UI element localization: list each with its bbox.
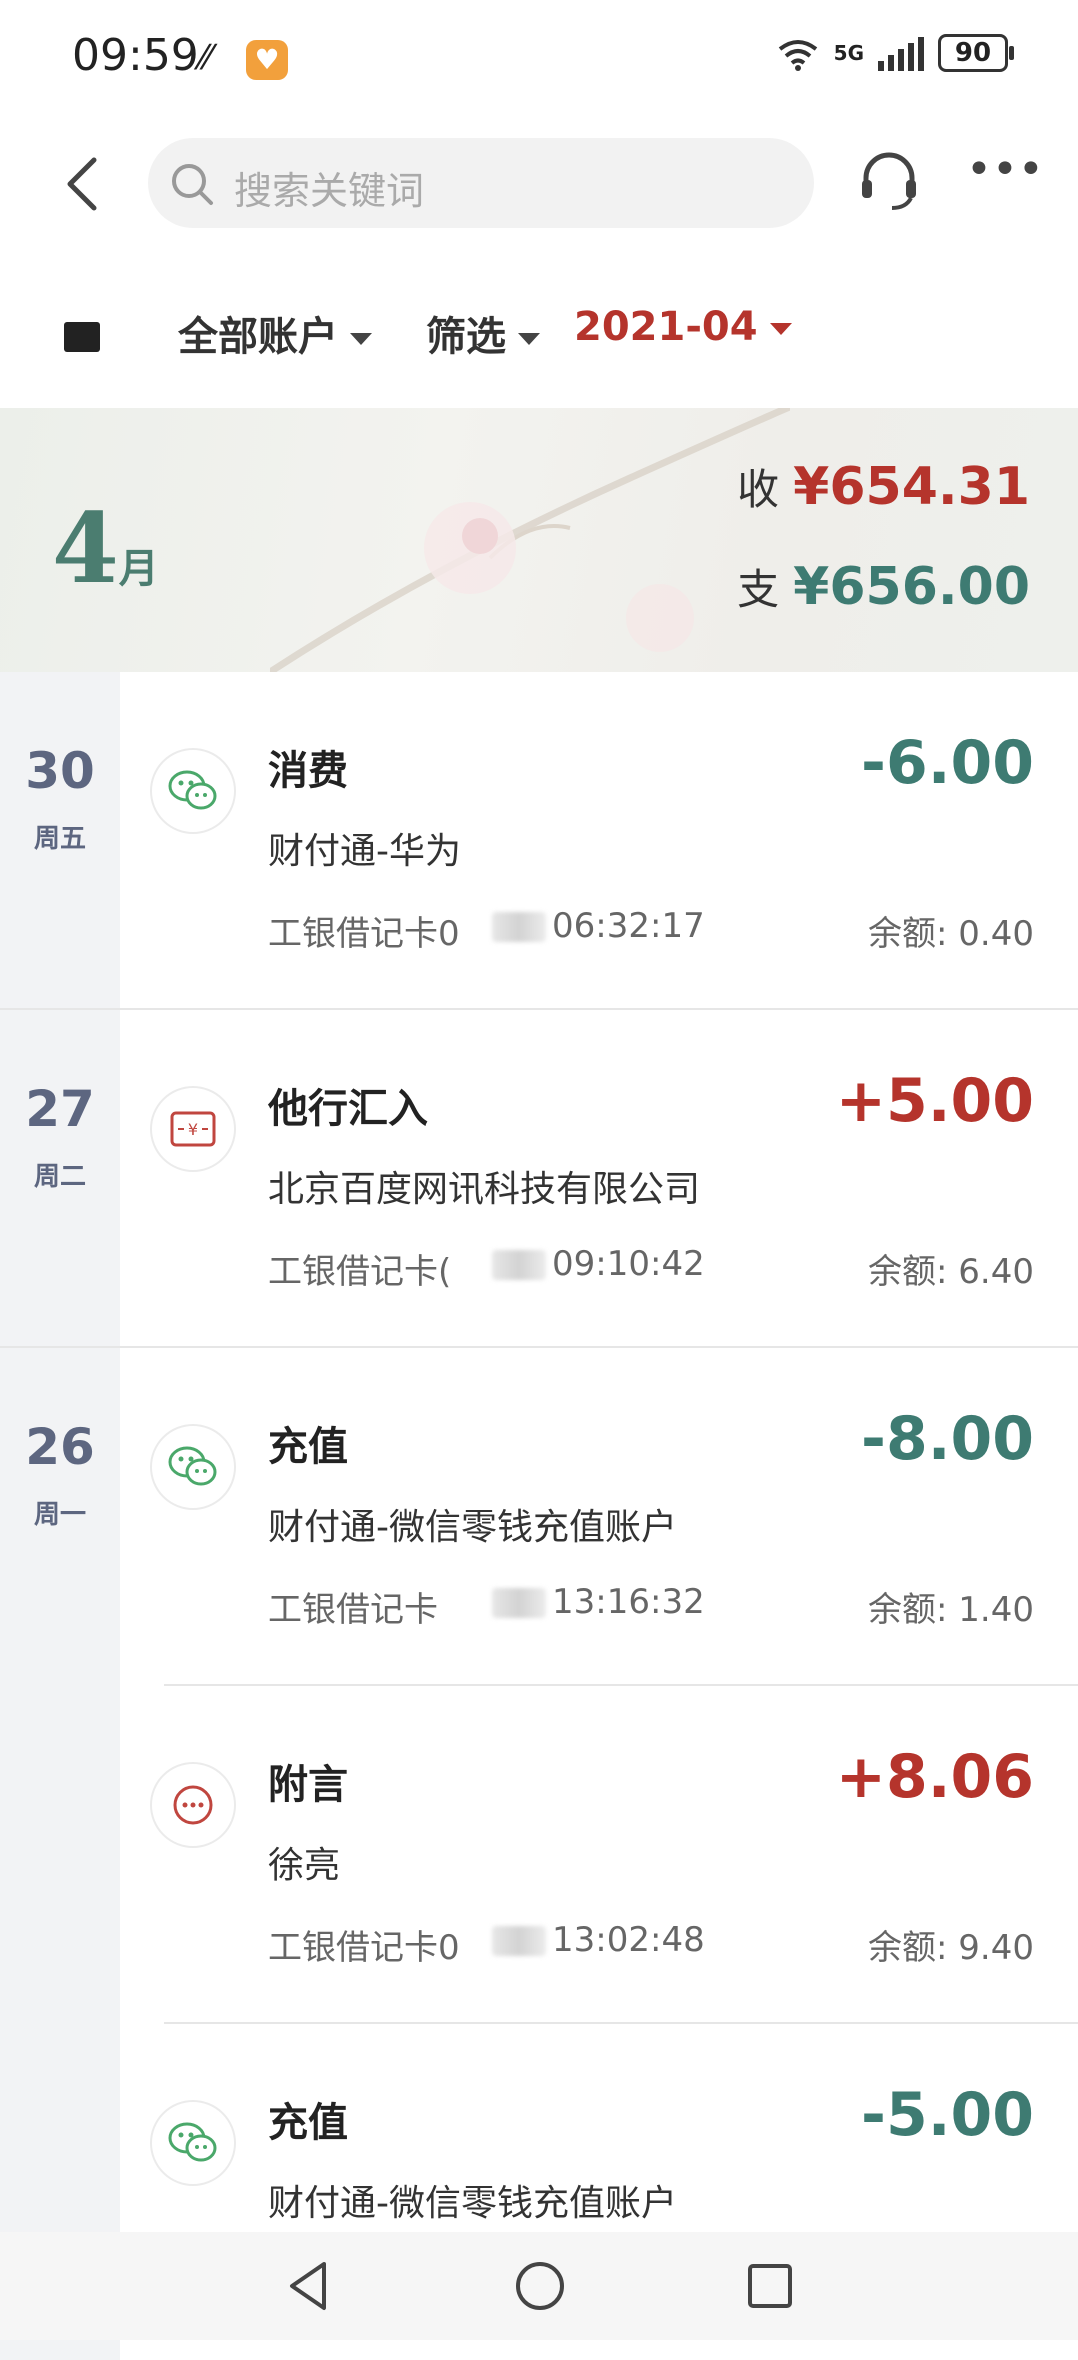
transaction-amount: -8.00 bbox=[861, 1404, 1034, 1474]
redaction-mark bbox=[492, 1926, 546, 1956]
month-label: 4月 bbox=[52, 492, 159, 605]
transaction-title: 充值 bbox=[268, 2100, 348, 2146]
transaction-account: 工银借记卡0 bbox=[268, 1928, 460, 1968]
transaction-amount: +5.00 bbox=[835, 1066, 1034, 1136]
weekday: 周五 bbox=[33, 824, 86, 854]
chevron-down-icon bbox=[518, 333, 540, 345]
top-bar: 搜索关键词 ••• bbox=[0, 130, 1078, 240]
weekday: 周一 bbox=[33, 1500, 86, 1530]
transaction-balance: 余额: 6.40 bbox=[868, 1252, 1034, 1292]
chevron-down-icon bbox=[769, 323, 792, 335]
transaction-title: 他行汇入 bbox=[268, 1086, 428, 1132]
battery-indicator: 90 bbox=[938, 34, 1014, 72]
redaction-mark bbox=[492, 912, 546, 942]
transaction-balance: 余额: 9.40 bbox=[868, 1928, 1034, 1968]
transaction-time: 13:16:32 bbox=[552, 1582, 705, 1622]
nav-home-button[interactable] bbox=[510, 2256, 570, 2316]
nav-recents-button[interactable] bbox=[740, 2256, 800, 2316]
customer-service-icon[interactable] bbox=[856, 148, 922, 214]
transaction-title: 附言 bbox=[268, 1762, 348, 1808]
app-notification-icon: ♥ bbox=[246, 40, 288, 80]
transaction-amount: +8.06 bbox=[835, 1742, 1034, 1812]
expense-label: 支 bbox=[737, 565, 780, 614]
transaction-amount: -6.00 bbox=[861, 728, 1034, 798]
income-label: 收 bbox=[737, 465, 780, 514]
filter-bar: 全部账户 筛选 2021-04 bbox=[0, 290, 1078, 380]
redaction-mark bbox=[492, 1588, 546, 1618]
transaction-time: 09:10:42 bbox=[552, 1244, 705, 1284]
expense-total: 支 ¥656.00 bbox=[737, 556, 1030, 617]
transaction-balance: 余额: 0.40 bbox=[868, 914, 1034, 954]
transaction-counterparty: 北京百度网讯科技有限公司 bbox=[268, 1169, 701, 1210]
transaction-row[interactable]: 附言 徐亮 工银借记卡0 13:02:48 +8.06 余额: 9.40 bbox=[150, 1684, 1078, 2022]
income-value: ¥654.31 bbox=[793, 457, 1030, 517]
status-time: 09:59 bbox=[72, 30, 199, 81]
wechat-icon bbox=[150, 1424, 236, 1510]
filter-dropdown[interactable]: 筛选 bbox=[426, 304, 540, 362]
wechat-icon bbox=[150, 748, 236, 834]
transaction-title: 充值 bbox=[268, 1424, 348, 1470]
wechat-icon bbox=[150, 2100, 236, 2186]
transaction-list: 30 周五 消费 财付通-华为 工银借记卡0 06:32:17 -6.00 余额… bbox=[0, 672, 1078, 2360]
transaction-counterparty: 财付通-华为 bbox=[268, 831, 461, 872]
month-filter[interactable]: 2021-04 bbox=[574, 304, 792, 350]
income-total: 收 ¥654.31 bbox=[737, 456, 1030, 517]
transaction-row[interactable]: 消费 财付通-华为 工银借记卡0 06:32:17 -6.00 余额: 0.40 bbox=[120, 672, 1078, 1008]
transaction-row[interactable]: 充值 财付通-微信零钱充值账户 工银借记卡 13:16:32 -8.00 余额:… bbox=[120, 1348, 1078, 1684]
blossom-illustration bbox=[270, 408, 790, 672]
message-icon bbox=[150, 1762, 236, 1848]
transaction-title: 消费 bbox=[268, 748, 348, 794]
month-unit: 月 bbox=[118, 545, 159, 592]
expense-value: ¥656.00 bbox=[793, 557, 1030, 617]
transaction-counterparty: 徐亮 bbox=[268, 1845, 341, 1886]
account-filter-label: 全部账户 bbox=[178, 314, 338, 360]
transaction-account: 工银借记卡( bbox=[268, 1252, 452, 1292]
date-gutter: 26 周一 bbox=[0, 1348, 120, 2360]
day-number: 26 bbox=[25, 1418, 95, 1476]
system-nav-bar bbox=[0, 2232, 1078, 2340]
date-gutter: 30 周五 bbox=[0, 672, 120, 1008]
transaction-account: 工银借记卡0 bbox=[268, 914, 460, 954]
notification-icon: ⁄⁄ bbox=[200, 38, 212, 78]
transaction-account: 工银借记卡 bbox=[268, 1590, 438, 1630]
transaction-balance: 余额: 1.40 bbox=[868, 1590, 1034, 1630]
more-options-icon[interactable]: ••• bbox=[966, 148, 1044, 210]
filter-label: 筛选 bbox=[426, 314, 506, 360]
svg-text:¥: ¥ bbox=[188, 1120, 198, 1139]
search-icon bbox=[172, 164, 213, 205]
day-number: 27 bbox=[25, 1080, 95, 1138]
day-number: 30 bbox=[25, 742, 95, 800]
status-icons: 5G 90 bbox=[776, 34, 1014, 72]
redaction-mark bbox=[492, 1250, 546, 1280]
transaction-time: 13:02:48 bbox=[552, 1920, 705, 1960]
signal-icon bbox=[878, 35, 924, 71]
account-filter[interactable]: 全部账户 bbox=[178, 304, 372, 362]
transfer-icon: ¥ bbox=[150, 1086, 236, 1172]
message-icon[interactable] bbox=[64, 322, 100, 352]
wifi-icon bbox=[778, 40, 817, 71]
transaction-row[interactable]: ¥ 他行汇入 北京百度网讯科技有限公司 工银借记卡( 09:10:42 +5.0… bbox=[120, 1010, 1078, 1346]
status-bar: 09:59 ⁄⁄ ♥ 5G 90 bbox=[0, 0, 1078, 120]
month-filter-label: 2021-04 bbox=[574, 304, 758, 350]
transaction-amount: -5.00 bbox=[861, 2080, 1034, 2150]
network-type: 5G bbox=[833, 41, 864, 65]
chevron-down-icon bbox=[350, 333, 372, 345]
date-gutter: 27 周二 bbox=[0, 1010, 120, 1346]
nav-back-button[interactable] bbox=[280, 2256, 340, 2316]
transaction-time: 06:32:17 bbox=[552, 906, 705, 946]
back-button[interactable] bbox=[56, 154, 116, 214]
day-group: 26 周一 充值 财付通-微信零钱充值账户 工银借记卡 13:16:32 -8.… bbox=[0, 1348, 1078, 2360]
day-group: 27 周二 ¥ 他行汇入 北京百度网讯科技有限公司 工银借记卡( 09:10:4… bbox=[0, 1010, 1078, 1348]
day-group: 30 周五 消费 财付通-华为 工银借记卡0 06:32:17 -6.00 余额… bbox=[0, 672, 1078, 1010]
month-summary-banner: 4月 收 ¥654.31 支 ¥656.00 bbox=[0, 408, 1078, 672]
transaction-counterparty: 财付通-微信零钱充值账户 bbox=[268, 1507, 677, 1548]
month-number: 4 bbox=[52, 492, 119, 605]
weekday: 周二 bbox=[33, 1162, 86, 1192]
transaction-counterparty: 财付通-微信零钱充值账户 bbox=[268, 2183, 677, 2224]
search-placeholder: 搜索关键词 bbox=[234, 169, 425, 213]
search-input[interactable]: 搜索关键词 bbox=[148, 138, 814, 228]
